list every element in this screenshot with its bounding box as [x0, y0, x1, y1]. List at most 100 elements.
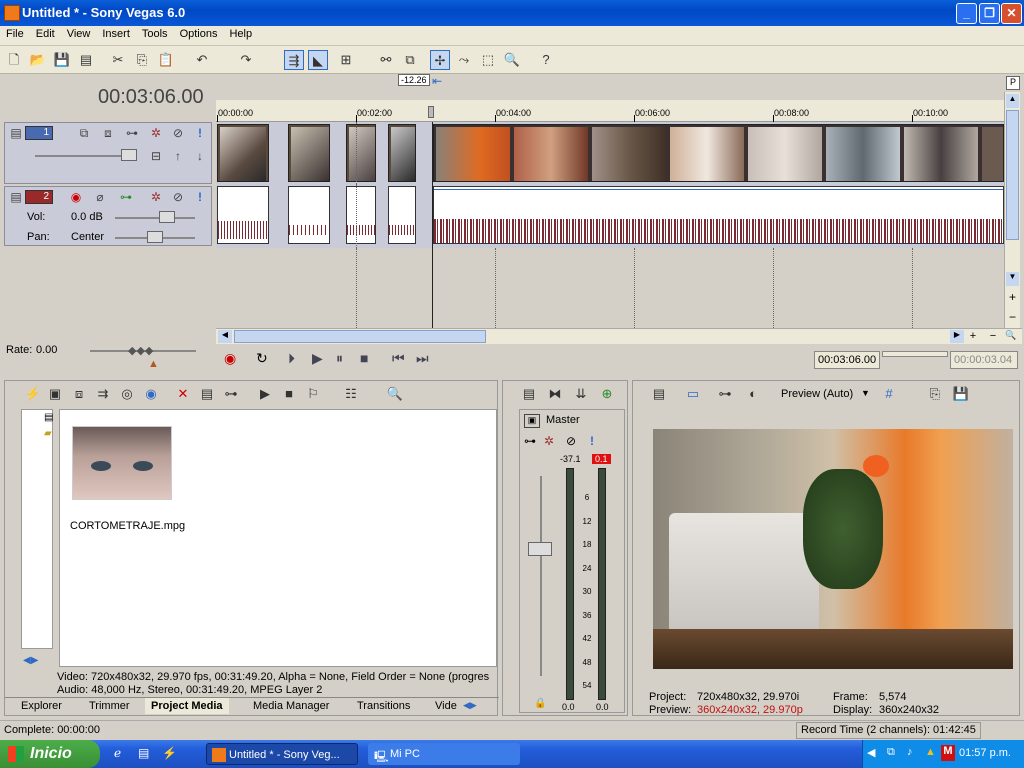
- video-clip[interactable]: [217, 124, 269, 182]
- overlays-icon[interactable]: #: [879, 384, 899, 404]
- media-filename[interactable]: CORTOMETRAJE.mpg: [70, 520, 185, 532]
- level-slider[interactable]: [35, 155, 135, 157]
- cursor-position[interactable]: 00:03:06.00: [814, 351, 880, 369]
- zoom-out-track-icon[interactable]: −: [1006, 310, 1019, 324]
- play-icon[interactable]: ▶: [312, 350, 323, 367]
- maximize-button[interactable]: ❐: [979, 3, 1000, 24]
- whats-this-help-icon[interactable]: ?: [536, 50, 556, 70]
- audio-track-lane[interactable]: [216, 184, 1004, 248]
- zoom-tool-icon[interactable]: 🔍: [502, 50, 522, 70]
- media-list[interactable]: CORTOMETRAJE.mpg: [59, 409, 497, 667]
- normal-edit-tool-icon[interactable]: ✢: [430, 50, 450, 70]
- playhead-handle[interactable]: [428, 106, 434, 118]
- go-to-end-icon[interactable]: ⏭: [416, 350, 429, 367]
- timeline-empty-area[interactable]: [216, 248, 1004, 328]
- mute-icon[interactable]: ⊘: [171, 190, 185, 204]
- explorer-quicklaunch-icon[interactable]: ▤: [138, 746, 149, 760]
- collapse-track-icon[interactable]: ▤: [9, 126, 23, 140]
- media-quicklaunch-icon[interactable]: ⚡: [162, 746, 177, 760]
- video-clip[interactable]: [433, 124, 1004, 182]
- views-icon[interactable]: ☷: [341, 384, 361, 404]
- audio-clip[interactable]: [433, 186, 1004, 244]
- zoom-tool-small-icon[interactable]: 🔍: [1004, 330, 1018, 343]
- media-properties-icon[interactable]: ▤: [197, 384, 217, 404]
- volume-slider-knob[interactable]: [159, 211, 175, 223]
- get-photo-icon[interactable]: ◎: [117, 384, 137, 404]
- timeline-horizontal-scrollbar[interactable]: ◀ ▶ + − 🔍: [216, 328, 1022, 344]
- bin-folder-icon[interactable]: ▰: [44, 428, 52, 439]
- volume-tray-icon[interactable]: ♪: [907, 746, 913, 758]
- move-up-icon[interactable]: ↑: [171, 149, 185, 163]
- selection-tool-icon[interactable]: ⬚: [478, 50, 498, 70]
- play-from-start-icon[interactable]: ⏵: [288, 350, 295, 367]
- volume-slider[interactable]: [115, 217, 195, 219]
- loop-playback-icon[interactable]: ↻: [256, 350, 268, 367]
- audio-clip[interactable]: [346, 186, 376, 244]
- media-stop-icon[interactable]: ■: [279, 384, 299, 404]
- track-motion-icon[interactable]: ⧉: [77, 126, 91, 140]
- insert-bus-icon[interactable]: ⊕: [597, 384, 617, 404]
- timeline-ruler[interactable]: 00:00:00 00:02:00 00:04:00 00:06:00 00:0…: [216, 100, 1004, 122]
- stop-icon[interactable]: ■: [360, 350, 368, 366]
- audio-track-header[interactable]: ▤ 2 ◉ ⌀ ⊶ ✲ ⊘ ! Vol: 0.0 dB Pan: Center: [4, 186, 212, 246]
- record-icon[interactable]: ◉: [224, 350, 236, 367]
- tab-transitions[interactable]: Transitions: [351, 698, 416, 714]
- master-insert-icon[interactable]: ⊶: [524, 434, 536, 448]
- media-folder-tree[interactable]: ▤ ▰: [21, 409, 53, 649]
- folder-icon[interactable]: ▤: [44, 412, 53, 423]
- video-clip[interactable]: [288, 124, 330, 182]
- minimize-button[interactable]: _: [956, 3, 977, 24]
- close-button[interactable]: ✕: [1001, 3, 1022, 24]
- scroll-down-icon[interactable]: ▼: [1006, 272, 1019, 286]
- menu-insert[interactable]: Insert: [96, 26, 136, 42]
- timeline-vertical-scrollbar[interactable]: ▲ ▼ + −: [1004, 92, 1020, 328]
- tree-scroll-left-icon[interactable]: ◀▶: [23, 655, 38, 666]
- ignore-grouping-icon[interactable]: ⧉: [400, 50, 420, 70]
- undo-icon[interactable]: ↶: [192, 50, 212, 70]
- tab-project-media[interactable]: Project Media: [145, 698, 229, 714]
- menu-edit[interactable]: Edit: [30, 26, 61, 42]
- preview-fx-icon[interactable]: ⊶: [715, 384, 735, 404]
- snapping-icon[interactable]: ⊞: [336, 50, 356, 70]
- mixer-properties-icon[interactable]: ▤: [519, 384, 539, 404]
- audio-clip[interactable]: [217, 186, 269, 244]
- antivirus-tray-icon[interactable]: M: [941, 745, 955, 761]
- menu-tools[interactable]: Tools: [136, 26, 174, 42]
- track-fx-icon[interactable]: ✲: [149, 126, 163, 140]
- collapse-track-icon[interactable]: ▤: [9, 190, 23, 204]
- preview-quality-dropdown[interactable]: Preview (Auto): [781, 388, 853, 400]
- level-slider-knob[interactable]: [121, 149, 137, 161]
- tab-trimmer[interactable]: Trimmer: [83, 698, 136, 714]
- copy-snapshot-icon[interactable]: ⎘: [925, 384, 945, 404]
- menu-options[interactable]: Options: [174, 26, 224, 42]
- auto-ripple-icon[interactable]: ⇶: [284, 50, 304, 70]
- master-fader-track[interactable]: [540, 476, 542, 676]
- auto-crossfade-icon[interactable]: ⚯: [376, 50, 396, 70]
- ie-quicklaunch-icon[interactable]: ℯ: [114, 746, 121, 760]
- rate-slider-knob[interactable]: ◆◆◆: [128, 344, 153, 357]
- mute-icon[interactable]: ⊘: [171, 126, 185, 140]
- media-search-icon[interactable]: ◉: [141, 384, 161, 404]
- paste-icon[interactable]: 📋: [156, 50, 176, 70]
- solo-icon[interactable]: !: [193, 190, 207, 204]
- extract-audio-icon[interactable]: ⇉: [93, 384, 113, 404]
- network-tray-icon[interactable]: ⧉: [887, 746, 895, 759]
- solo-icon[interactable]: !: [193, 126, 207, 140]
- menu-help[interactable]: Help: [223, 26, 258, 42]
- menu-file[interactable]: File: [0, 26, 30, 42]
- open-icon[interactable]: 📂: [28, 50, 48, 70]
- lock-envelopes-icon[interactable]: ◣: [308, 50, 328, 70]
- scroll-left-icon[interactable]: ◀: [218, 330, 232, 343]
- pan-slider-knob[interactable]: [147, 231, 163, 243]
- media-fx-icon[interactable]: ⊶: [221, 384, 241, 404]
- menu-view[interactable]: View: [61, 26, 97, 42]
- audio-clip[interactable]: [288, 186, 330, 244]
- move-down-icon[interactable]: ↓: [193, 149, 207, 163]
- compositing-parent-icon[interactable]: ⊶: [125, 126, 139, 140]
- taskbar-item-sony-vegas[interactable]: Untitled * - Sony Veg...: [206, 743, 358, 765]
- video-track-lane[interactable]: [216, 122, 1004, 184]
- selection-start[interactable]: [882, 351, 948, 357]
- save-snapshot-icon[interactable]: 💾: [951, 384, 971, 404]
- downmix-icon[interactable]: ⧓: [545, 384, 565, 404]
- copy-icon[interactable]: ⎘: [132, 50, 152, 70]
